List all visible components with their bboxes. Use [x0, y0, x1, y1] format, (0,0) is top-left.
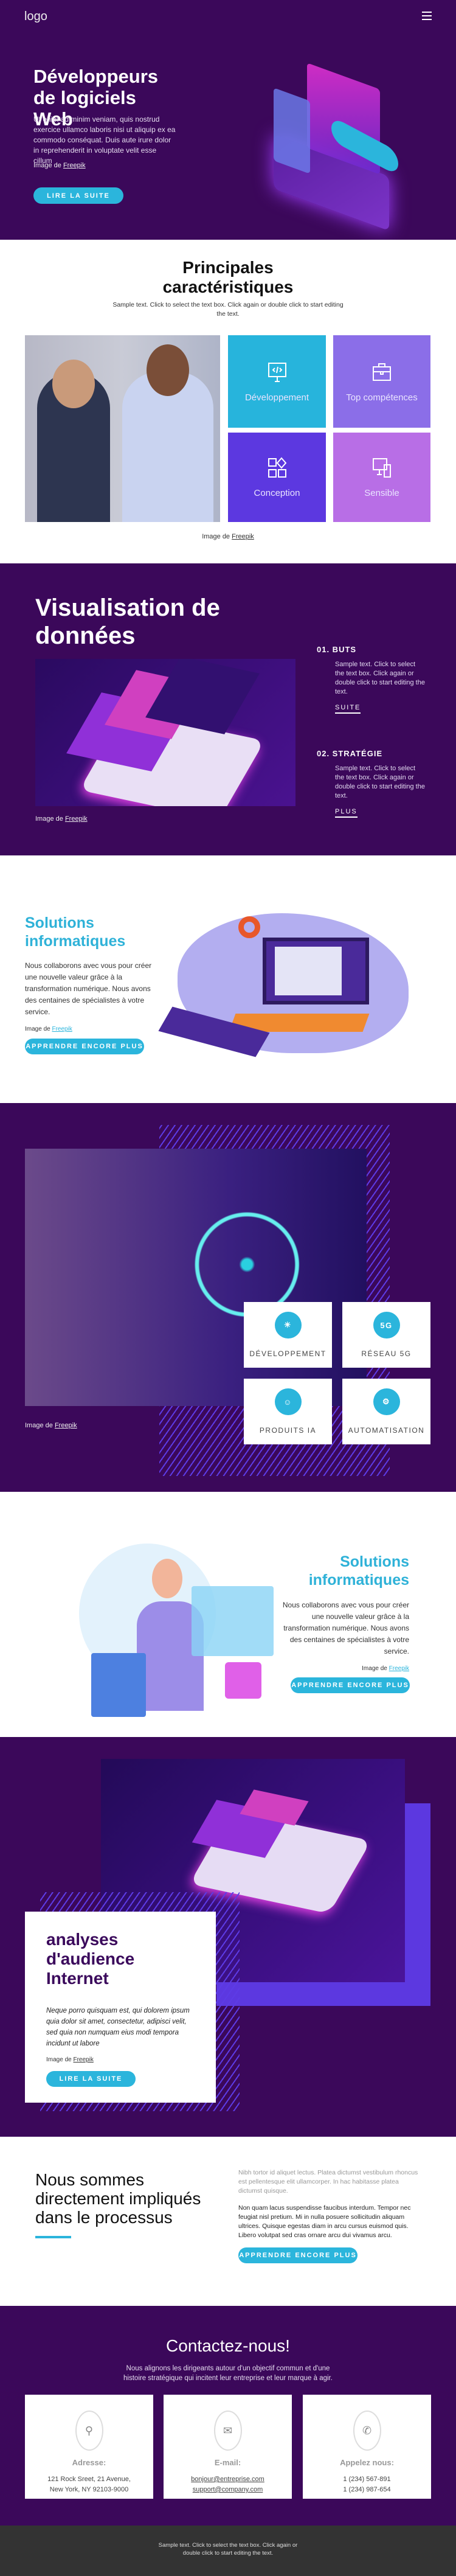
goal-heading: 01. BUTS	[317, 645, 357, 654]
dataviz-section: Visualisation de données 01. BUTS Sample…	[0, 563, 456, 855]
dataviz-title: Visualisation de données	[35, 594, 220, 649]
freepik-link[interactable]: Freepik	[73, 2056, 93, 2063]
service-card-automatisation[interactable]: ⚙ AUTOMATISATION	[342, 1379, 430, 1444]
freepik-link[interactable]: Freepik	[65, 815, 88, 823]
freepik-link[interactable]: Freepik	[389, 1665, 409, 1672]
5g-icon: 5G	[373, 1312, 400, 1338]
hero-section: logo Développeurs de logiciels Web Ut en…	[0, 0, 456, 240]
computer-illustration	[158, 910, 421, 1062]
read-more-button[interactable]: LIRE LA SUITE	[46, 2071, 136, 2087]
tile-developpement[interactable]: Développement	[228, 335, 326, 428]
address-card: ⚲ Adresse: 121 Rock Sreet, 21 Avenue, Ne…	[25, 2395, 153, 2499]
email-link[interactable]: support@company.com	[164, 2486, 292, 2493]
plus-link[interactable]: PLUS	[335, 808, 358, 818]
phone-card: ✆ Appelez nous: 1 (234) 567-891 1 (234) …	[303, 2395, 431, 2499]
freepik-link[interactable]: Freepik	[232, 533, 254, 540]
freepik-link[interactable]: Freepik	[52, 1026, 72, 1032]
briefcase-icon	[373, 363, 391, 381]
learn-more-button[interactable]: APPRENDRE ENCORE PLUS	[25, 1039, 144, 1054]
image-credit: Image de Freepik	[35, 815, 88, 823]
solutions-section-2: Solutions informatiques Nous collaborons…	[0, 1492, 456, 1737]
shapes-icon	[268, 457, 286, 478]
ai-head-icon: ☺	[274, 1388, 302, 1415]
process-text-muted: Nibh tortor id aliquet lectus. Platea di…	[238, 2169, 418, 2195]
features-text: Sample text. Click to select the text bo…	[112, 301, 344, 318]
features-section: Principales caractéristiques Sample text…	[0, 240, 456, 563]
tech-section: ☀ DÉVELOPPEMENT 5G RÉSEAU 5G ☺ PRODUITS IA …	[0, 1103, 456, 1492]
freepik-link[interactable]: Freepik	[63, 162, 86, 169]
contact-section: Contactez-nous! Nous alignons les dirige…	[0, 2306, 456, 2526]
designer-illustration	[55, 1540, 274, 1717]
email-link[interactable]: bonjour@entreprise.com	[164, 2476, 292, 2483]
analyses-text: Neque porro quisquam est, qui dolorem ip…	[46, 2007, 190, 2047]
email-card: ✉ E-mail: bonjour@entreprise.com support…	[164, 2395, 292, 2499]
map-pin-icon: ⚲	[75, 2411, 103, 2451]
service-card-reseau-5g[interactable]: 5G RÉSEAU 5G	[342, 1302, 430, 1368]
strategy-item: 02. STRATÉGIE Sample text. Click to sele…	[317, 749, 426, 818]
service-card-produits-ia[interactable]: ☺ PRODUITS IA	[244, 1379, 332, 1444]
dataviz-illustration	[35, 659, 295, 806]
lightbulb-hand-icon: ☀	[274, 1312, 302, 1338]
image-credit: Image de Freepik	[25, 1422, 77, 1429]
strategy-heading: 02. STRATÉGIE	[317, 749, 383, 758]
contact-text: Nous alignons les dirigeants autour d'un…	[123, 2365, 333, 2382]
image-credit: Image de Freepik	[33, 162, 86, 169]
laptop-illustration	[249, 63, 407, 231]
tile-top-competences[interactable]: Top compétences	[333, 335, 430, 428]
solutions-text: Nous collaborons avec vous pour créer un…	[282, 1601, 409, 1655]
suite-link[interactable]: SUITE	[335, 704, 361, 714]
image-credit: Image de Freepik	[202, 533, 254, 540]
service-card-developpement[interactable]: ☀ DÉVELOPPEMENT	[244, 1302, 332, 1368]
contact-title: Contactez-nous!	[166, 2336, 290, 2355]
analyses-card: analyses d'audience Internet Neque porro…	[25, 1912, 216, 2103]
solutions-title: Solutions informatiques	[25, 914, 126, 950]
analyses-section: analyses d'audience Internet Neque porro…	[0, 1737, 456, 2137]
freepik-link[interactable]: Freepik	[55, 1422, 77, 1429]
solutions-title: Solutions informatiques	[308, 1553, 409, 1589]
image-credit: Image de Freepik	[46, 2056, 94, 2063]
footer-text: Sample text. Click to select the text bo…	[158, 2542, 298, 2557]
read-more-button[interactable]: LIRE LA SUITE	[33, 187, 123, 204]
analyses-title: analyses d'audience Internet	[46, 1930, 135, 1988]
process-text: Non quam lacus suspendisse faucibus inte…	[238, 2204, 411, 2239]
title-underline	[35, 2236, 71, 2238]
phone-icon: ✆	[353, 2411, 381, 2451]
image-credit: Image de Freepik	[362, 1665, 409, 1672]
devices-icon	[373, 458, 391, 478]
chip-brain-icon: ⚙	[373, 1388, 400, 1415]
image-credit: Image de Freepik	[25, 1026, 72, 1032]
goal-item: 01. BUTS Sample text. Click to select th…	[317, 645, 426, 714]
logo[interactable]: logo	[24, 10, 47, 24]
process-section: Nous sommes directement impliqués dans l…	[0, 2137, 456, 2306]
features-title: Principales caractéristiques	[162, 258, 294, 296]
process-title: Nous sommes directement impliqués dans l…	[35, 2170, 201, 2227]
tile-sensible[interactable]: Sensible	[333, 433, 430, 522]
learn-more-button[interactable]: APPRENDRE ENCORE PLUS	[291, 1677, 410, 1693]
hamburger-icon[interactable]	[422, 12, 432, 20]
solutions-text: Nous collaborons avec vous pour créer un…	[25, 961, 152, 1016]
footer: Sample text. Click to select the text bo…	[0, 2526, 456, 2576]
tile-conception[interactable]: Conception	[228, 433, 326, 522]
learn-more-button[interactable]: APPRENDRE ENCORE PLUS	[238, 2247, 358, 2263]
team-photo	[25, 335, 220, 522]
code-monitor-icon	[268, 362, 286, 382]
envelope-icon: ✉	[213, 2411, 242, 2451]
hero-text: Ut enim ad minim veniam, quis nostrud ex…	[33, 115, 176, 165]
solutions-section: Solutions informatiques Nous collaborons…	[0, 855, 456, 1103]
